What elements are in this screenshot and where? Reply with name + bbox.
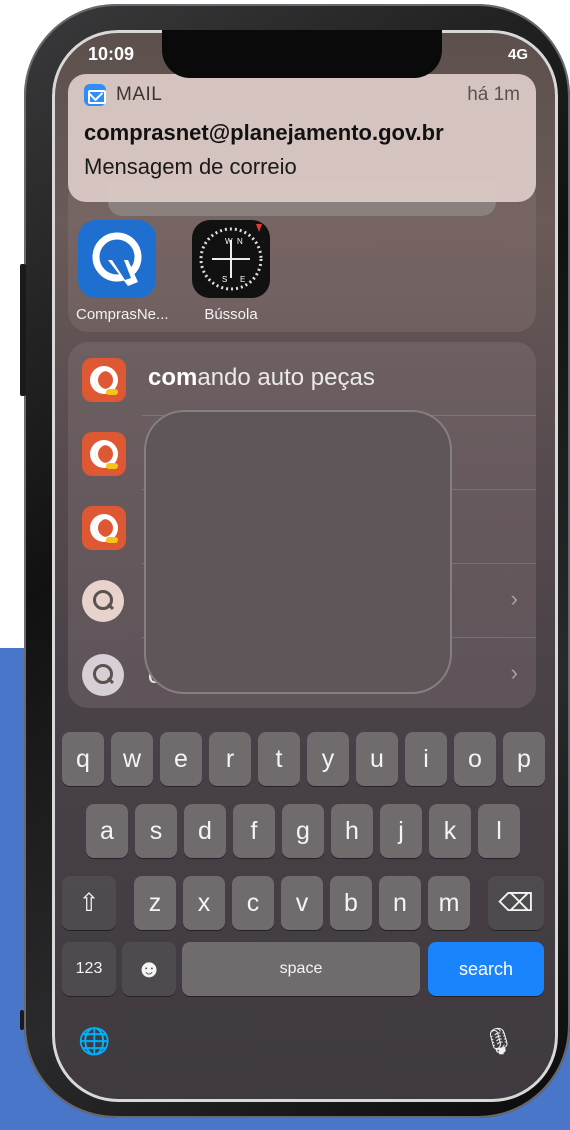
emoji-key[interactable]: ☻	[122, 942, 176, 996]
phone-screen: 10:09 4G ComprasNe... W N S E Bússola MA…	[52, 30, 558, 1102]
result-text: comando auto peças	[148, 364, 375, 391]
key-c[interactable]: c	[232, 876, 274, 930]
key-z[interactable]: z	[134, 876, 176, 930]
key-r[interactable]: r	[209, 732, 251, 786]
notification-subject: Mensagem de correio	[84, 154, 297, 179]
key-u[interactable]: u	[356, 732, 398, 786]
key-l[interactable]: l	[478, 804, 520, 858]
key-d[interactable]: d	[184, 804, 226, 858]
svg-text:E: E	[240, 275, 245, 284]
key-x[interactable]: x	[183, 876, 225, 930]
key-a[interactable]: a	[86, 804, 128, 858]
side-button	[20, 1010, 24, 1030]
svg-text:S: S	[222, 275, 227, 284]
app-label: Bússola	[204, 306, 258, 323]
microphone-icon[interactable]: 🎙	[482, 1026, 515, 1057]
chevron-right-icon: ›	[510, 586, 518, 611]
search-icon	[82, 654, 124, 696]
app-compass[interactable]: W N S E Bússola	[190, 220, 272, 323]
key-b[interactable]: b	[330, 876, 372, 930]
shift-key[interactable]: ⇧	[62, 876, 116, 930]
notification-app-name: MAIL	[116, 84, 163, 105]
status-network: 4G	[507, 46, 528, 63]
result-row[interactable]: comando auto peças	[68, 342, 536, 416]
compass-app-icon: W N S E	[192, 220, 270, 298]
status-time: 10:09	[88, 44, 135, 64]
key-t[interactable]: t	[258, 732, 300, 786]
comprasnet-app-icon	[78, 220, 156, 298]
page: 10:09 4G ComprasNe... W N S E Bússola MA…	[0, 0, 570, 1130]
search-key[interactable]: search	[428, 942, 544, 996]
notification-time: há 1m	[467, 84, 520, 105]
duckduckgo-icon	[82, 358, 126, 402]
key-i[interactable]: i	[405, 732, 447, 786]
key-n[interactable]: n	[379, 876, 421, 930]
key-f[interactable]: f	[233, 804, 275, 858]
svg-text:N: N	[237, 237, 243, 246]
notch	[162, 30, 442, 78]
key-o[interactable]: o	[454, 732, 496, 786]
overlay-panel	[144, 410, 452, 694]
key-y[interactable]: y	[307, 732, 349, 786]
side-button	[20, 264, 26, 396]
app-label: ComprasNe...	[76, 306, 169, 323]
key-h[interactable]: h	[331, 804, 373, 858]
key-k[interactable]: k	[429, 804, 471, 858]
duckduckgo-icon	[82, 506, 126, 550]
mail-notification[interactable]: MAIL há 1m comprasnet@planejamento.gov.b…	[68, 74, 536, 202]
app-comprasnet[interactable]: ComprasNe...	[76, 220, 169, 323]
duckduckgo-icon	[82, 432, 126, 476]
notification-sender: comprasnet@planejamento.gov.br	[84, 120, 444, 145]
key-p[interactable]: p	[503, 732, 545, 786]
search-icon	[82, 580, 124, 622]
key-s[interactable]: s	[135, 804, 177, 858]
key-w[interactable]: w	[111, 732, 153, 786]
delete-key[interactable]: ⌫	[488, 876, 544, 930]
chevron-right-icon: ›	[510, 660, 518, 685]
space-key[interactable]: space	[182, 942, 420, 996]
key-m[interactable]: m	[428, 876, 470, 930]
key-v[interactable]: v	[281, 876, 323, 930]
mail-icon	[84, 84, 106, 106]
globe-icon[interactable]: 🌐	[78, 1026, 110, 1057]
key-g[interactable]: g	[282, 804, 324, 858]
svg-text:W: W	[225, 237, 233, 246]
key-q[interactable]: q	[62, 732, 104, 786]
keyboard: q w e r t y u i o p a s d f g h j k l ⇧ z x c v b n m ⌫ 123 ☻ space sea…	[52, 720, 558, 1102]
numbers-key[interactable]: 123	[62, 942, 116, 996]
key-j[interactable]: j	[380, 804, 422, 858]
key-e[interactable]: e	[160, 732, 202, 786]
